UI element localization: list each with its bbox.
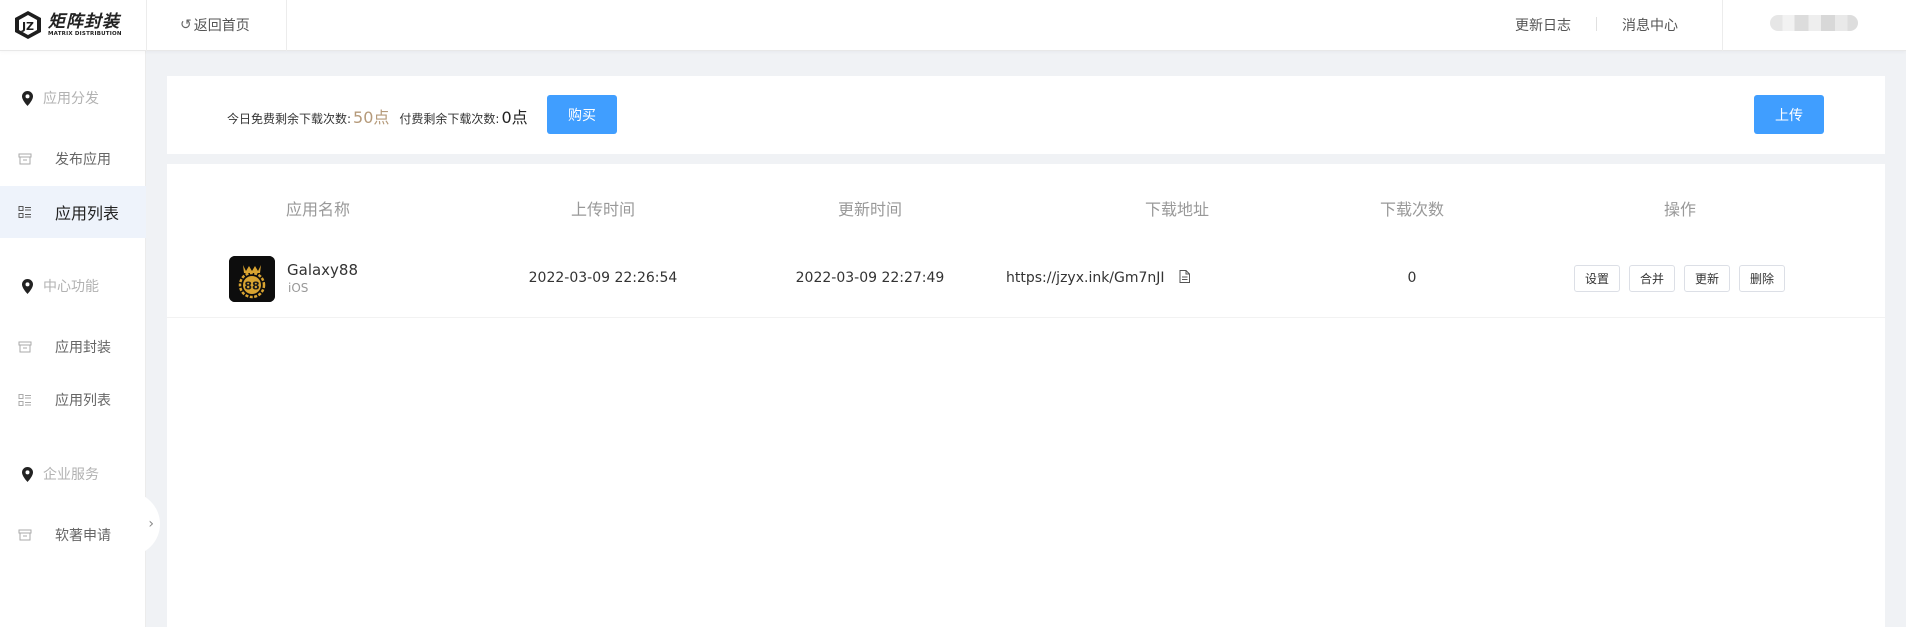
delete-button[interactable]: 删除 (1739, 265, 1785, 292)
header-divider (146, 0, 147, 51)
upload-time: 2022-03-09 22:26:54 (528, 270, 678, 286)
download-url-link[interactable]: https://jzyx.ink/Gm7nJI (1006, 270, 1165, 286)
buy-button[interactable]: 购买 (547, 95, 617, 134)
back-home-label: 返回首页 (193, 18, 250, 34)
paid-quota-value: 0点 (501, 108, 528, 127)
location-pin-icon (22, 90, 33, 106)
sidebar-group-label: 企业服务 (43, 467, 99, 483)
app-logo-icon: 88 (229, 256, 275, 302)
user-account-avatar[interactable] (1770, 15, 1858, 31)
sidebar-group-enterprise-services: 企业服务 (22, 464, 99, 484)
sidebar-item-app-packaging[interactable]: 应用封装 (0, 321, 146, 373)
location-pin-icon (22, 278, 33, 294)
sidebar-item-package-list[interactable]: 应用列表 (0, 374, 146, 426)
sidebar-item-label: 应用封装 (55, 340, 111, 356)
back-home-link[interactable]: ↺ 返回首页 (180, 15, 250, 35)
sidebar-group-app-distribution: 应用分发 (22, 88, 99, 108)
archive-box-icon (18, 529, 32, 541)
sidebar-group-label: 应用分发 (43, 91, 99, 107)
column-header: 操作 (1663, 200, 1697, 219)
copy-document-icon[interactable] (1179, 270, 1191, 283)
archive-box-icon (18, 341, 32, 353)
column-header: 下载地址 (1144, 200, 1210, 219)
sidebar-item-label: 应用列表 (55, 393, 111, 409)
sidebar-item-label: 发布应用 (55, 152, 111, 168)
sidebar-group-center-functions: 中心功能 (22, 276, 99, 296)
logo-cn-text: 矩阵封装 (48, 11, 120, 32)
header-divider (1722, 0, 1723, 51)
changelog-link[interactable]: 更新日志 (1515, 15, 1571, 35)
logo-mark-icon: JZ (15, 11, 41, 39)
sidebar-collapse-button[interactable]: › (128, 492, 160, 556)
list-icon (18, 394, 31, 406)
app-icon-text: 88 (244, 280, 259, 293)
column-header: 下载次数 (1379, 200, 1445, 219)
app-name: Galaxy88 (287, 261, 359, 279)
settings-button[interactable]: 设置 (1574, 265, 1620, 292)
column-header: 应用名称 (285, 200, 351, 219)
app-table: 应用名称 上传时间 更新时间 下载地址 下载次数 操作 88 Galaxy88 … (167, 164, 1885, 627)
back-arrow-icon: ↺ (180, 17, 192, 33)
app-platform: iOS (288, 281, 309, 295)
table-row: 88 Galaxy88 iOS 2022-03-09 22:26:54 2022… (167, 240, 1885, 318)
location-pin-icon (22, 466, 33, 482)
upload-button[interactable]: 上传 (1754, 95, 1824, 134)
sidebar-item-publish-app[interactable]: 发布应用 (0, 133, 146, 185)
sidebar: 应用分发 发布应用 应用列表 中心功能 应用封装 应用列表 企业服务 软著申请 (0, 51, 146, 627)
download-quota: 今日免费剩余下载次数: 50点 付费剩余下载次数: 0点 (227, 104, 528, 128)
sidebar-group-label: 中心功能 (43, 279, 99, 295)
sidebar-item-copyright-apply[interactable]: 软著申请 (0, 509, 146, 561)
column-header: 上传时间 (570, 200, 636, 219)
free-quota-value: 50点 (353, 108, 390, 127)
quota-panel: 今日免费剩余下载次数: 50点 付费剩余下载次数: 0点 购买 上传 (167, 76, 1885, 154)
free-quota-label: 今日免费剩余下载次数: (227, 112, 352, 126)
merge-button[interactable]: 合并 (1629, 265, 1675, 292)
app-icon[interactable]: 88 (229, 256, 275, 302)
header-link-divider (1596, 17, 1597, 31)
svg-text:JZ: JZ (21, 20, 34, 33)
header-divider (286, 0, 287, 51)
sidebar-item-label: 应用列表 (55, 204, 120, 223)
top-header: JZ 矩阵封装 MATRIX DISTRIBUTION ↺ 返回首页 更新日志 … (0, 0, 1906, 51)
messages-link[interactable]: 消息中心 (1622, 15, 1678, 35)
update-button[interactable]: 更新 (1684, 265, 1730, 292)
paid-quota-label: 付费剩余下载次数: (399, 112, 500, 126)
sidebar-item-label: 软著申请 (55, 528, 111, 544)
list-icon (18, 206, 31, 218)
sidebar-item-app-list[interactable]: 应用列表 (0, 186, 146, 238)
column-header: 更新时间 (837, 200, 903, 219)
logo-en-text: MATRIX DISTRIBUTION (48, 30, 122, 37)
logo[interactable]: JZ 矩阵封装 MATRIX DISTRIBUTION (13, 9, 122, 41)
download-url-cell: https://jzyx.ink/Gm7nJI (1006, 270, 1191, 286)
chevron-right-icon: › (148, 516, 154, 532)
archive-box-icon (18, 153, 32, 165)
download-count: 0 (1407, 270, 1417, 286)
update-time: 2022-03-09 22:27:49 (795, 270, 945, 286)
